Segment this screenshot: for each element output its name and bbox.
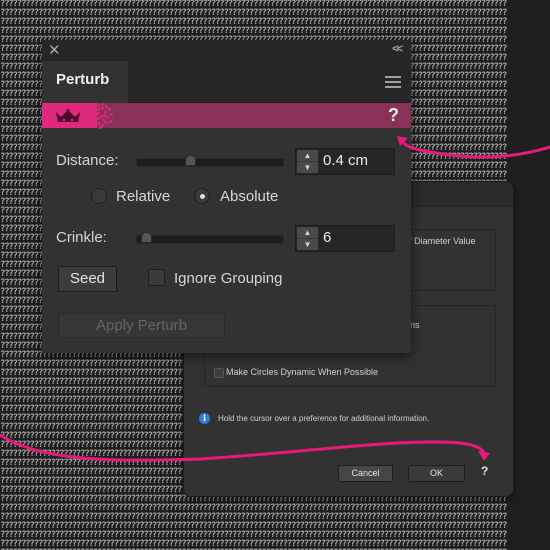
distance-slider[interactable] bbox=[136, 158, 284, 167]
info-text: Hold the cursor over a preference for ad… bbox=[218, 414, 430, 423]
diameter-value-label: ’ Diameter Value bbox=[410, 236, 476, 246]
crinkle-label: Crinkle: bbox=[56, 229, 107, 246]
distance-label: Distance: bbox=[56, 152, 119, 169]
increment-arrow-icon[interactable]: ▲ bbox=[297, 227, 318, 238]
ok-button[interactable]: OK bbox=[408, 465, 465, 482]
make-circles-dynamic-checkbox[interactable] bbox=[214, 368, 224, 378]
close-icon[interactable]: ✕ bbox=[48, 42, 61, 59]
partial-option-label: ns bbox=[410, 320, 420, 330]
crinkle-field[interactable]: ▲ ▼ 6 bbox=[295, 225, 395, 252]
seed-button[interactable]: Seed bbox=[58, 266, 117, 292]
crinkle-stepper[interactable]: ▲ ▼ bbox=[297, 227, 318, 250]
cancel-button[interactable]: Cancel bbox=[338, 465, 393, 482]
panel-tabbar: Perturb bbox=[42, 61, 411, 103]
absolute-label: Absolute bbox=[220, 188, 279, 205]
relative-radio[interactable] bbox=[91, 188, 107, 204]
ignore-grouping-checkbox[interactable] bbox=[148, 269, 165, 286]
decrement-arrow-icon[interactable]: ▼ bbox=[297, 239, 318, 250]
dialog-help-button[interactable]: ? bbox=[481, 464, 488, 478]
plugin-banner: ? bbox=[42, 103, 411, 129]
distance-field[interactable]: ▲ ▼ 0.4 cm bbox=[295, 148, 395, 175]
ignore-grouping-label: Ignore Grouping bbox=[174, 270, 283, 287]
panel-header: ✕ << bbox=[42, 40, 411, 61]
hamburger-menu-icon[interactable] bbox=[385, 76, 401, 91]
banner-pixel-fade bbox=[97, 103, 115, 129]
collapse-icon[interactable]: << bbox=[392, 43, 403, 55]
help-icon[interactable]: ? bbox=[388, 105, 399, 126]
info-icon: i bbox=[199, 413, 210, 424]
tab-perturb[interactable]: Perturb bbox=[42, 61, 128, 103]
relative-label: Relative bbox=[116, 188, 171, 205]
apply-perturb-button[interactable]: Apply Perturb bbox=[58, 313, 225, 338]
crinkle-slider[interactable] bbox=[136, 235, 284, 244]
crown-icon bbox=[56, 109, 80, 122]
distance-stepper[interactable]: ▲ ▼ bbox=[297, 150, 318, 173]
distance-value[interactable]: 0.4 cm bbox=[323, 152, 368, 169]
decrement-arrow-icon[interactable]: ▼ bbox=[297, 162, 318, 173]
absolute-radio[interactable] bbox=[194, 188, 210, 204]
crinkle-value[interactable]: 6 bbox=[323, 229, 331, 246]
increment-arrow-icon[interactable]: ▲ bbox=[297, 150, 318, 161]
make-circles-dynamic-label: Make Circles Dynamic When Possible bbox=[226, 367, 379, 377]
